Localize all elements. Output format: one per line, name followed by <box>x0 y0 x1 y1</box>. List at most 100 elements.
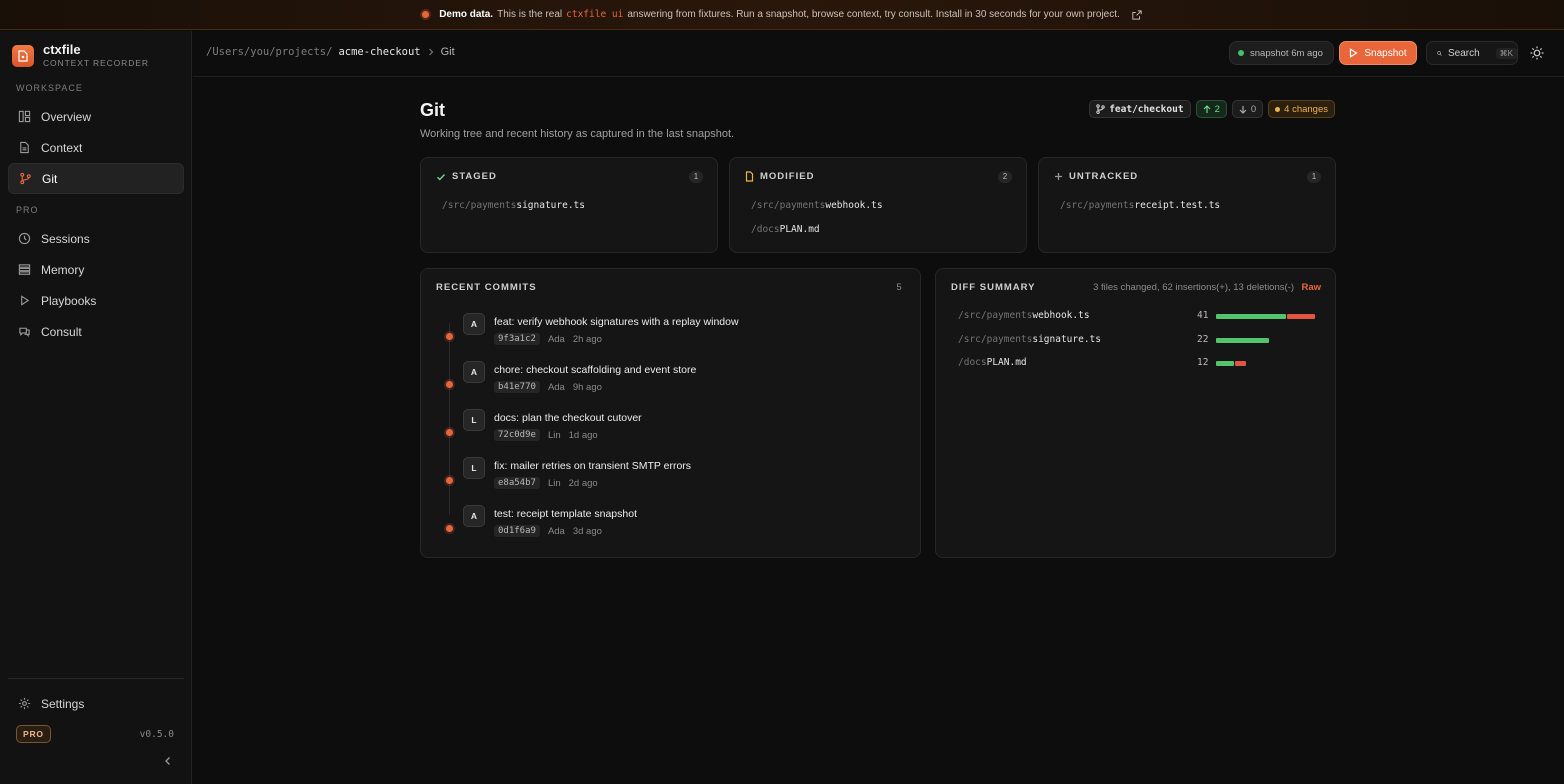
commit-item[interactable]: A test: receipt template snapshot 0d1f6a… <box>443 505 893 545</box>
file-name: PLAN.md <box>986 357 1027 368</box>
brand-logo-icon <box>12 45 34 67</box>
behind-count: 0 <box>1250 103 1257 115</box>
diff-file-name: /docsPLAN.md <box>958 357 1027 368</box>
file-row[interactable]: /src/paymentsreceipt.test.ts <box>1060 200 1220 211</box>
file-name: receipt.test.ts <box>1134 200 1221 211</box>
clock-icon <box>18 232 31 245</box>
ahead-badge: 2 <box>1195 100 1227 118</box>
branch-icon <box>20 172 31 185</box>
commit-time: 2d ago <box>568 477 598 489</box>
sidebar-item-context[interactable]: Context <box>8 132 184 163</box>
file-dir: /src/payments <box>958 310 1033 321</box>
diff-bar <box>1216 338 1269 343</box>
commit-message: docs: plan the checkout cutover <box>494 412 642 424</box>
brand-subtitle: CONTEXT RECORDER <box>43 58 149 68</box>
modified-card: MODIFIED 2 /src/paymentswebhook.ts /docs… <box>729 157 1027 253</box>
file-row[interactable]: /src/paymentssignature.ts <box>442 200 585 211</box>
file-row[interactable]: /src/paymentswebhook.ts <box>751 200 883 211</box>
external-link-icon[interactable] <box>1132 9 1142 20</box>
staged-card-header: STAGED <box>436 171 497 182</box>
chevron-left-icon[interactable] <box>163 756 173 766</box>
avatar: L <box>463 409 485 431</box>
commit-hash[interactable]: e8a54b7 <box>494 477 540 489</box>
diff-file-name: /src/paymentswebhook.ts <box>958 310 1090 321</box>
modified-count: 2 <box>998 171 1012 183</box>
diff-title: DIFF SUMMARY <box>951 282 1036 293</box>
sidebar-item-label: Git <box>42 171 58 186</box>
diff-file-row[interactable]: /docsPLAN.md 12 <box>958 357 1314 371</box>
banner-text-after: answering from fixtures. Run a snapshot,… <box>627 9 1120 20</box>
sidebar-item-memory[interactable]: Memory <box>8 254 184 285</box>
untracked-card: UNTRACKED 1 /src/paymentsreceipt.test.ts <box>1038 157 1336 253</box>
avatar: A <box>463 505 485 527</box>
breadcrumb-path[interactable]: /Users/you/projects/ <box>206 46 332 58</box>
git-status-row: feat/checkout 2 0 4 changes <box>1089 100 1335 118</box>
recent-commits-card: RECENT COMMITS 5 A feat: verify webhook … <box>420 268 921 558</box>
commit-hash[interactable]: 9f3a1c2 <box>494 333 540 345</box>
commit-hash[interactable]: 72c0d9e <box>494 429 540 441</box>
timeline-dot <box>446 477 453 484</box>
commit-item[interactable]: A chore: checkout scaffolding and event … <box>443 361 893 401</box>
diff-file-row[interactable]: /src/paymentswebhook.ts 41 <box>958 310 1315 324</box>
sidebar-item-git[interactable]: Git <box>8 163 184 194</box>
file-icon <box>20 141 29 154</box>
commit-time: 9h ago <box>572 381 602 393</box>
avatar: A <box>463 313 485 335</box>
sidebar-item-playbooks[interactable]: Playbooks <box>8 285 184 316</box>
arrow-down-icon <box>1239 105 1247 114</box>
page-subtitle: Working tree and recent history as captu… <box>420 128 735 140</box>
file-name: webhook.ts <box>825 200 883 211</box>
commits-card-header: RECENT COMMITS <box>436 282 537 293</box>
changes-count: 4 changes <box>1284 103 1328 115</box>
timeline-dot <box>446 333 453 340</box>
commit-meta: e8a54b7 Lin 2d ago <box>494 477 598 489</box>
sidebar-item-overview[interactable]: Overview <box>8 101 184 132</box>
search-shortcut: ⌘K <box>1495 47 1517 59</box>
raw-diff-link[interactable]: Raw <box>1301 282 1321 293</box>
commit-author: Ada <box>547 525 565 537</box>
sidebar-item-label: Context <box>41 140 83 155</box>
banner-label: Demo data. <box>439 9 494 20</box>
commit-hash[interactable]: 0d1f6a9 <box>494 525 540 537</box>
file-name: signature.ts <box>516 200 585 211</box>
sidebar-item-sessions[interactable]: Sessions <box>8 223 184 254</box>
sidebar-item-consult[interactable]: Consult <box>8 316 184 347</box>
breadcrumb-project[interactable]: acme-checkout <box>338 46 420 58</box>
diff-file-name: /src/paymentssignature.ts <box>958 334 1101 345</box>
status-dot-icon <box>1238 50 1244 56</box>
branch-badge[interactable]: feat/checkout <box>1089 100 1191 118</box>
search-button[interactable]: Search ⌘K <box>1426 41 1518 65</box>
file-row[interactable]: /docsPLAN.md <box>751 224 820 235</box>
sun-icon[interactable] <box>1529 45 1545 61</box>
commit-message: feat: verify webhook signatures with a r… <box>494 316 739 328</box>
commit-time: 1d ago <box>568 429 598 441</box>
snapshot-button[interactable]: Snapshot <box>1339 41 1417 65</box>
banner-text-before: This is the real <box>497 9 563 20</box>
commit-hash[interactable]: b41e770 <box>494 381 540 393</box>
behind-badge: 0 <box>1231 100 1264 118</box>
chat-icon <box>19 327 30 338</box>
diff-file-row[interactable]: /src/paymentssignature.ts 22 <box>958 334 1314 348</box>
commit-time: 2h ago <box>572 333 602 345</box>
layers-icon <box>18 264 31 275</box>
commit-author: Lin <box>547 477 561 489</box>
sidebar-item-label: Playbooks <box>41 293 97 308</box>
commit-author: Lin <box>547 429 561 441</box>
avatar: L <box>463 457 485 479</box>
branch-icon <box>1096 104 1105 114</box>
commit-item[interactable]: L fix: mailer retries on transient SMTP … <box>443 457 893 497</box>
untracked-card-header: UNTRACKED <box>1054 171 1138 182</box>
check-icon <box>437 173 446 181</box>
timeline-dot <box>446 429 453 436</box>
brand[interactable]: ctxfile CONTEXT RECORDER <box>12 43 149 69</box>
workspace-section-label: WORKSPACE <box>16 83 83 93</box>
changes-dot-icon <box>1275 106 1281 112</box>
demo-banner: Demo data. This is the real ctxfile ui a… <box>0 0 1564 30</box>
file-dir: /src/payments <box>442 200 517 211</box>
diff-line-count: 12 <box>1197 357 1209 368</box>
sidebar-item-settings[interactable]: Settings <box>8 688 184 719</box>
breadcrumb: /Users/you/projects/ acme-checkout Git <box>206 46 455 58</box>
commit-item[interactable]: A feat: verify webhook signatures with a… <box>443 313 893 353</box>
commit-item[interactable]: L docs: plan the checkout cutover 72c0d9… <box>443 409 893 449</box>
untracked-count: 1 <box>1307 171 1321 183</box>
